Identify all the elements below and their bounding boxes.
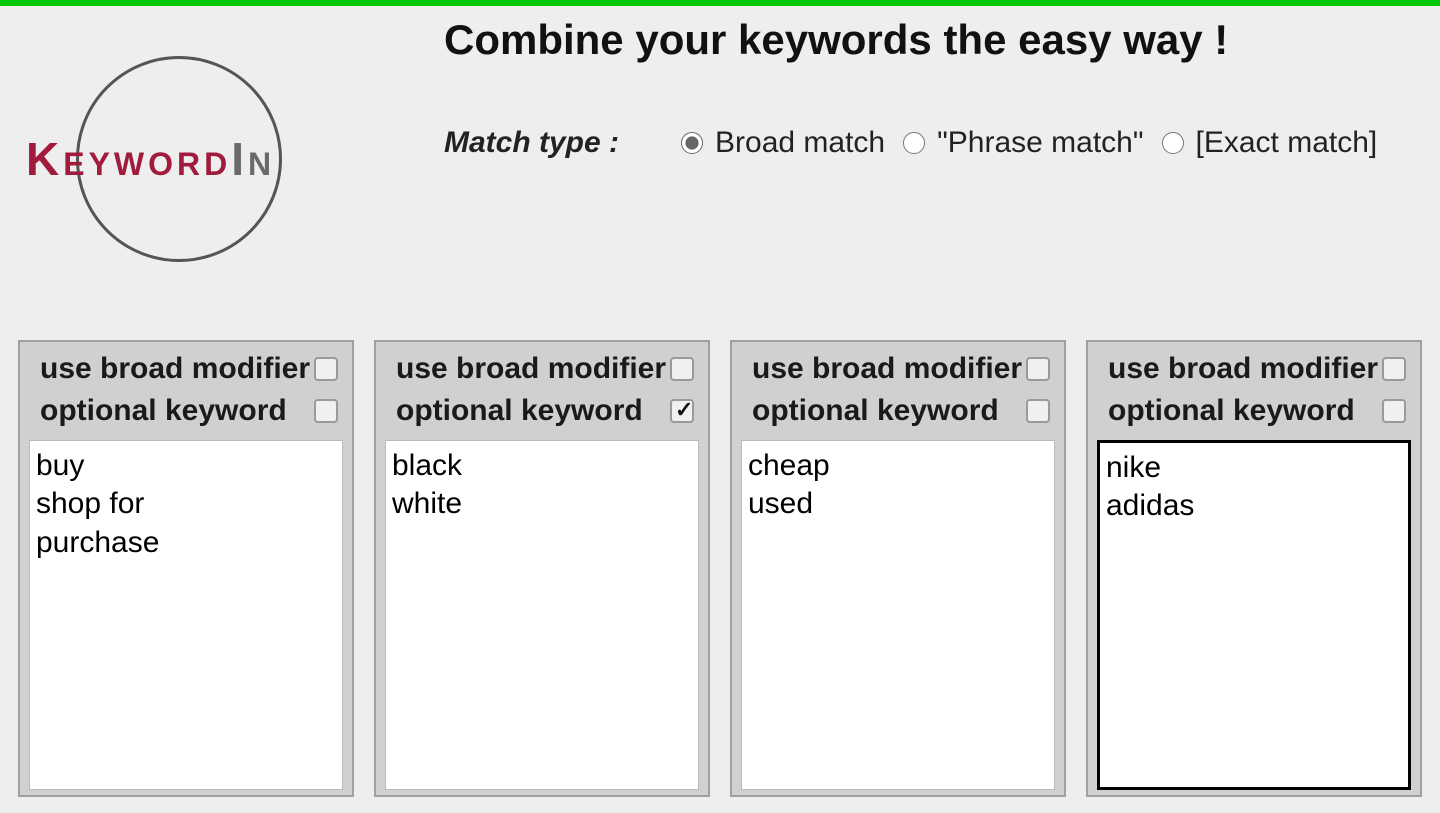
keyword-column-1: use broad modifier optional keyword <box>18 340 354 797</box>
keyword-input-3[interactable] <box>741 440 1055 790</box>
keyword-input-4[interactable] <box>1097 440 1411 790</box>
match-radio-phrase[interactable] <box>903 132 925 154</box>
match-option-phrase[interactable]: "Phrase match" <box>903 126 1143 160</box>
keyword-input-2[interactable] <box>385 440 699 790</box>
match-option-exact-label: [Exact match] <box>1196 126 1378 160</box>
optional-keyword-label: optional keyword <box>396 394 643 428</box>
broad-modifier-checkbox-1[interactable] <box>314 357 338 381</box>
optional-keyword-checkbox-1[interactable] <box>314 399 338 423</box>
match-type-row: Match type : Broad match "Phrase match" … <box>444 126 1440 160</box>
keyword-column-3: use broad modifier optional keyword <box>730 340 1066 797</box>
optional-keyword-checkbox-4[interactable] <box>1382 399 1406 423</box>
broad-modifier-checkbox-4[interactable] <box>1382 357 1406 381</box>
match-type-label: Match type : <box>444 126 619 160</box>
match-option-broad[interactable]: Broad match <box>681 126 885 160</box>
broad-modifier-label: use broad modifier <box>396 352 666 386</box>
logo-text: KeywordIn <box>26 132 275 186</box>
match-option-exact[interactable]: [Exact match] <box>1162 126 1378 160</box>
logo-word-keyword: Keyword <box>26 133 231 185</box>
optional-keyword-checkbox-2[interactable] <box>670 399 694 423</box>
optional-keyword-label: optional keyword <box>1108 394 1355 428</box>
broad-modifier-label: use broad modifier <box>752 352 1022 386</box>
match-radio-broad[interactable] <box>681 132 703 154</box>
match-option-phrase-label: "Phrase match" <box>937 126 1143 160</box>
broad-modifier-label: use broad modifier <box>40 352 310 386</box>
page-title: Combine your keywords the easy way ! <box>444 16 1440 64</box>
broad-modifier-checkbox-2[interactable] <box>670 357 694 381</box>
keyword-column-4: use broad modifier optional keyword <box>1086 340 1422 797</box>
optional-keyword-label: optional keyword <box>40 394 287 428</box>
optional-keyword-label: optional keyword <box>752 394 999 428</box>
keyword-columns: use broad modifier optional keyword use … <box>0 340 1440 797</box>
match-radio-exact[interactable] <box>1162 132 1184 154</box>
broad-modifier-checkbox-3[interactable] <box>1026 357 1050 381</box>
optional-keyword-checkbox-3[interactable] <box>1026 399 1050 423</box>
logo-word-in: In <box>231 133 275 185</box>
keyword-column-2: use broad modifier optional keyword <box>374 340 710 797</box>
keyword-input-1[interactable] <box>29 440 343 790</box>
logo: KeywordIn <box>16 14 356 254</box>
match-option-broad-label: Broad match <box>715 126 885 160</box>
broad-modifier-label: use broad modifier <box>1108 352 1378 386</box>
